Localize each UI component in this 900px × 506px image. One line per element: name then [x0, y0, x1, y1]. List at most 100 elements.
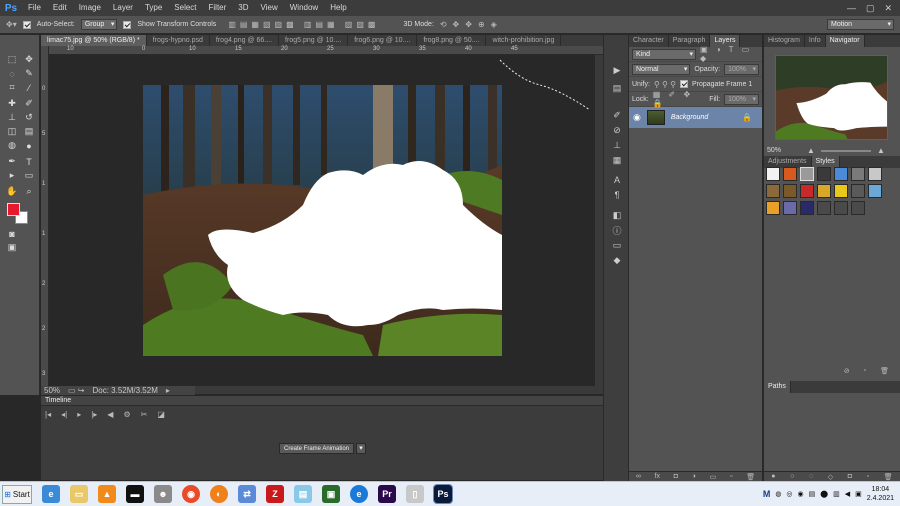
- ie-icon[interactable]: e: [42, 485, 60, 503]
- history-brush-icon[interactable]: ↺: [22, 111, 36, 124]
- adjustment-icon[interactable]: ◑: [692, 473, 696, 480]
- doc-tab-active[interactable]: limac75.jpg @ 50% (RGB/8) *: [41, 35, 147, 46]
- folder-icon[interactable]: ▭: [710, 473, 717, 481]
- menu-filter[interactable]: Filter: [203, 0, 233, 16]
- gradient-icon[interactable]: ▤: [22, 125, 36, 138]
- auto-select-dropdown[interactable]: Group: [80, 19, 118, 30]
- doc-tab[interactable]: frog8.png @ 50....: [417, 35, 487, 46]
- healing-brush-icon[interactable]: ✚: [5, 97, 19, 110]
- quick-select-icon[interactable]: ✎: [22, 67, 36, 80]
- eye-icon[interactable]: ◉: [633, 112, 641, 123]
- terminal-icon[interactable]: ▬: [126, 485, 144, 503]
- layer-name[interactable]: Background: [671, 114, 708, 121]
- kind-filter-dropdown[interactable]: Kind: [632, 48, 696, 60]
- new-style-icon[interactable]: ▫: [864, 367, 866, 377]
- style-swatch[interactable]: [800, 201, 814, 215]
- zoom-slider[interactable]: [820, 149, 871, 152]
- network-icon[interactable]: ⇄: [238, 485, 256, 503]
- character-icon[interactable]: A: [612, 175, 622, 185]
- filezilla-icon[interactable]: Z: [266, 485, 284, 503]
- navigator-thumbnail[interactable]: [775, 55, 888, 140]
- crop-tool-icon[interactable]: ⌗: [5, 81, 19, 94]
- alien-icon[interactable]: ☻: [154, 485, 172, 503]
- menu-type[interactable]: Type: [139, 0, 168, 16]
- clone-stamp-icon[interactable]: ⊥: [5, 111, 19, 124]
- doc-tab[interactable]: frog6.png @ 10....: [348, 35, 418, 46]
- zoom-level[interactable]: 50%: [44, 386, 60, 395]
- tab-info[interactable]: Info: [805, 35, 826, 47]
- tray-icon-d[interactable]: ▤: [809, 490, 816, 498]
- clone-source-icon[interactable]: ⊥: [612, 140, 622, 150]
- foreground-color-swatch[interactable]: [7, 203, 20, 216]
- document-icon[interactable]: ▯: [406, 485, 424, 503]
- menu-window[interactable]: Window: [284, 0, 324, 16]
- style-swatch[interactable]: [834, 167, 848, 181]
- clock[interactable]: 18:04 2.4.2021: [867, 485, 894, 503]
- dodge-tool-icon[interactable]: ●: [22, 139, 36, 152]
- timeline-mode-dropdown[interactable]: ▾: [356, 443, 366, 454]
- style-swatch[interactable]: [766, 167, 780, 181]
- fill-field[interactable]: 100%: [724, 93, 759, 105]
- status-icons[interactable]: ▭ ↪: [68, 386, 84, 395]
- tray-icon-e[interactable]: ⬤: [820, 490, 828, 498]
- type-tool-icon[interactable]: T: [22, 155, 36, 168]
- file-explorer-icon[interactable]: ▭: [70, 485, 88, 503]
- style-swatch[interactable]: [834, 184, 848, 198]
- play-icon[interactable]: ▸: [77, 410, 81, 422]
- tab-histogram[interactable]: Histogram: [764, 35, 805, 47]
- settings-icon[interactable]: ⚙: [123, 410, 130, 422]
- make-path-icon[interactable]: ◇: [828, 473, 833, 481]
- start-button[interactable]: ⊞ Start: [2, 484, 32, 504]
- blend-mode-dropdown[interactable]: Normal: [632, 63, 691, 75]
- language-indicator[interactable]: M: [763, 489, 771, 499]
- stroke-path-icon[interactable]: ○: [790, 473, 794, 480]
- mask-path-icon[interactable]: ◘: [848, 473, 852, 480]
- delete-style-icon[interactable]: 🗑: [880, 367, 889, 377]
- zoom-out-icon[interactable]: ▲: [807, 146, 815, 155]
- style-swatch[interactable]: [868, 167, 882, 181]
- style-swatch[interactable]: [783, 201, 797, 215]
- tab-navigator[interactable]: Navigator: [825, 35, 865, 47]
- menu-select[interactable]: Select: [168, 0, 202, 16]
- menu-view[interactable]: View: [255, 0, 284, 16]
- style-swatch[interactable]: [800, 184, 814, 198]
- rectangle-tool-icon[interactable]: ▭: [22, 169, 36, 182]
- show-transform-checkbox[interactable]: [123, 20, 132, 29]
- tab-paths[interactable]: Paths: [764, 381, 791, 393]
- style-swatch[interactable]: [783, 184, 797, 198]
- brush-tool-icon[interactable]: ✐: [22, 97, 36, 110]
- 3d-panel-icon[interactable]: ◆: [612, 255, 622, 265]
- style-swatch[interactable]: [800, 167, 814, 181]
- edge-icon[interactable]: e: [350, 485, 368, 503]
- properties-icon[interactable]: ◧: [612, 210, 622, 220]
- tray-icon-c[interactable]: ◉: [798, 490, 804, 498]
- opacity-field[interactable]: 100%: [724, 63, 759, 75]
- doc-tab[interactable]: frog5.png @ 10....: [279, 35, 349, 46]
- lock-icons[interactable]: ▦ ✐ ✥ 🔒: [653, 90, 705, 108]
- maximize-button[interactable]: ▢: [866, 3, 875, 14]
- new-path-icon[interactable]: ▫: [867, 473, 869, 480]
- pen-tool-icon[interactable]: ✒: [5, 155, 19, 168]
- create-frame-animation-button[interactable]: Create Frame Animation: [279, 443, 354, 454]
- doc-tab[interactable]: frogs-hypno.psd: [147, 35, 210, 46]
- style-swatch[interactable]: [783, 167, 797, 181]
- minimize-button[interactable]: —: [847, 3, 856, 14]
- split-icon[interactable]: ✂: [141, 410, 148, 422]
- eraser-icon[interactable]: ◫: [5, 125, 19, 138]
- photoshop-taskbar-icon[interactable]: Ps: [433, 484, 453, 504]
- hand-tool-icon[interactable]: ✋: [5, 185, 19, 198]
- style-swatch[interactable]: [817, 167, 831, 181]
- menu-file[interactable]: File: [22, 0, 47, 16]
- tray-icon-f[interactable]: ▣: [855, 490, 862, 498]
- info-icon[interactable]: ⓘ: [612, 225, 622, 236]
- delete-path-icon[interactable]: 🗑: [884, 473, 893, 481]
- horizontal-scrollbar[interactable]: [195, 386, 603, 394]
- tray-icon-b[interactable]: ◎: [786, 490, 792, 498]
- screen-mode-icon[interactable]: ▣: [5, 241, 19, 254]
- fx-icon[interactable]: fx: [655, 473, 660, 480]
- document-image[interactable]: [143, 85, 502, 356]
- 3d-mode-icons[interactable]: ⟲✥✥⊕◈: [440, 20, 503, 29]
- swatches-icon[interactable]: ▦: [612, 155, 622, 165]
- eyedropper-icon[interactable]: ⁄: [22, 81, 36, 94]
- tab-character[interactable]: Character: [629, 35, 669, 47]
